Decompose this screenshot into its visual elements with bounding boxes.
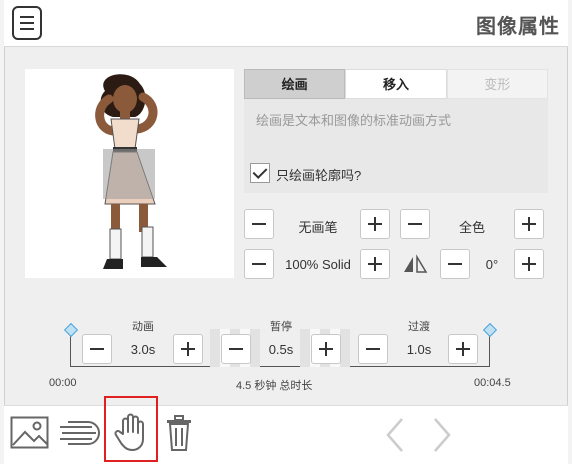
image-preview xyxy=(25,69,234,278)
rotation-value: 0° xyxy=(485,257,499,272)
timeline-total-duration: 4.5 秒钟 总时长 xyxy=(236,380,313,392)
pen-value: 无画笔 xyxy=(298,220,338,235)
rotation-plus-button[interactable] xyxy=(514,249,544,279)
trash-icon[interactable] xyxy=(164,414,194,452)
opacity-minus-button[interactable] xyxy=(244,249,274,279)
pen-plus-button[interactable] xyxy=(360,209,390,239)
pen-minus-button[interactable] xyxy=(244,209,274,239)
rotation-minus-button[interactable] xyxy=(440,249,470,279)
hamburger-menu-icon[interactable] xyxy=(12,6,42,40)
transition-plus-button[interactable] xyxy=(448,334,478,364)
selected-tool-highlight xyxy=(104,396,158,462)
pause-duration-label: 暂停 xyxy=(270,321,292,333)
timeline-end-time: 00:04.5 xyxy=(474,377,511,389)
opacity-plus-button[interactable] xyxy=(360,249,390,279)
animation-minus-button[interactable] xyxy=(82,334,112,364)
flip-triangle-icon[interactable] xyxy=(401,254,429,274)
tab-enter[interactable]: 移入 xyxy=(345,69,447,99)
timeline-start-time: 00:00 xyxy=(49,377,77,389)
outline-only-label: 只绘画轮廓吗? xyxy=(276,168,362,183)
transition-duration-label: 过渡 xyxy=(408,321,430,333)
tab-draw[interactable]: 绘画 xyxy=(244,69,346,99)
transition-duration-value: 1.0s xyxy=(406,342,432,357)
color-value: 全色 xyxy=(458,220,485,235)
chevron-left-icon[interactable] xyxy=(383,417,407,453)
color-plus-button[interactable] xyxy=(514,209,544,239)
color-minus-button[interactable] xyxy=(400,209,430,239)
pause-plus-button[interactable] xyxy=(311,334,341,364)
transition-minus-button[interactable] xyxy=(358,334,388,364)
tab-transform[interactable]: 变形 xyxy=(446,69,548,99)
tab-description: 绘画是文本和图像的标准动画方式 xyxy=(256,113,452,128)
character-figure xyxy=(95,74,167,269)
image-icon[interactable] xyxy=(10,415,50,451)
animation-plus-button[interactable] xyxy=(173,334,203,364)
pause-duration-value: 0.5s xyxy=(268,342,294,357)
animation-tabs: 绘画 移入 变形 xyxy=(244,69,548,99)
animation-duration-value: 3.0s xyxy=(130,342,156,357)
opacity-value: 100% Solid xyxy=(285,257,351,272)
animation-duration-label: 动画 xyxy=(132,321,154,333)
outline-only-checkbox[interactable] xyxy=(250,163,270,183)
chevron-right-icon[interactable] xyxy=(430,417,454,453)
page-title: 图像属性 xyxy=(476,16,560,38)
motion-lines-icon[interactable] xyxy=(58,418,100,448)
pause-minus-button[interactable] xyxy=(221,334,251,364)
